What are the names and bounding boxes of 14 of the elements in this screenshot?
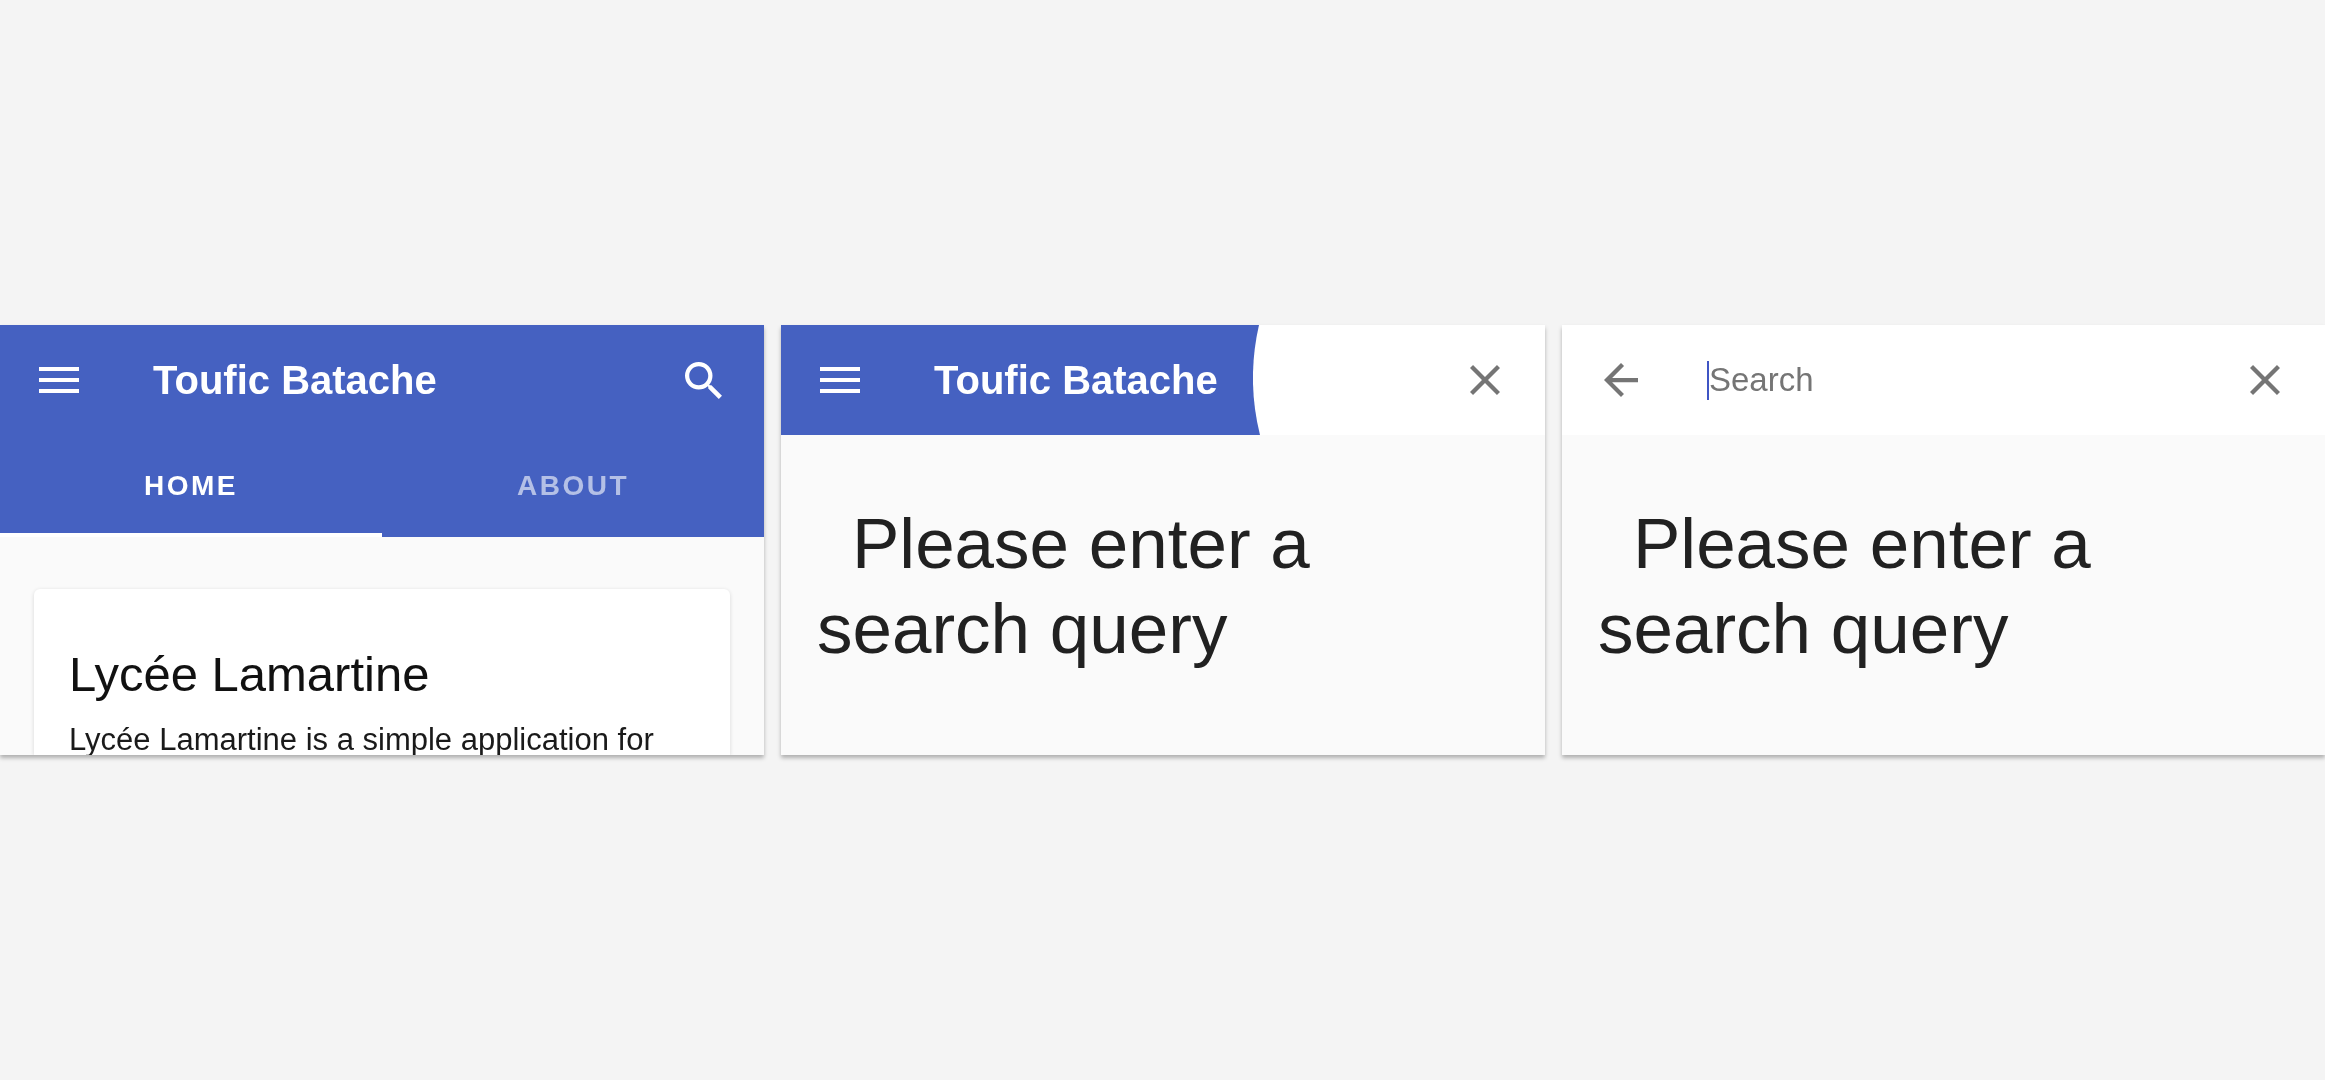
menu-icon[interactable]: [39, 367, 79, 393]
empty-state-message: Please enter a search query: [1597, 503, 2092, 670]
tab[interactable]: HOME: [0, 435, 382, 537]
menu-icon[interactable]: [820, 367, 860, 393]
app-title: Toufic Batache: [934, 357, 1218, 403]
search-icon[interactable]: [685, 361, 722, 399]
close-icon[interactable]: [2250, 365, 2280, 395]
left-arrow-icon[interactable]: [1604, 363, 1638, 397]
close-icon[interactable]: [1470, 365, 1500, 395]
card-title: Lycée Lamartine: [69, 646, 431, 703]
search-field[interactable]: Search: [1709, 361, 2250, 399]
tab[interactable]: ABOUT: [382, 435, 764, 537]
empty-state-message: Please enter a search query: [816, 503, 1311, 670]
app-title: Toufic Batache: [153, 357, 437, 403]
